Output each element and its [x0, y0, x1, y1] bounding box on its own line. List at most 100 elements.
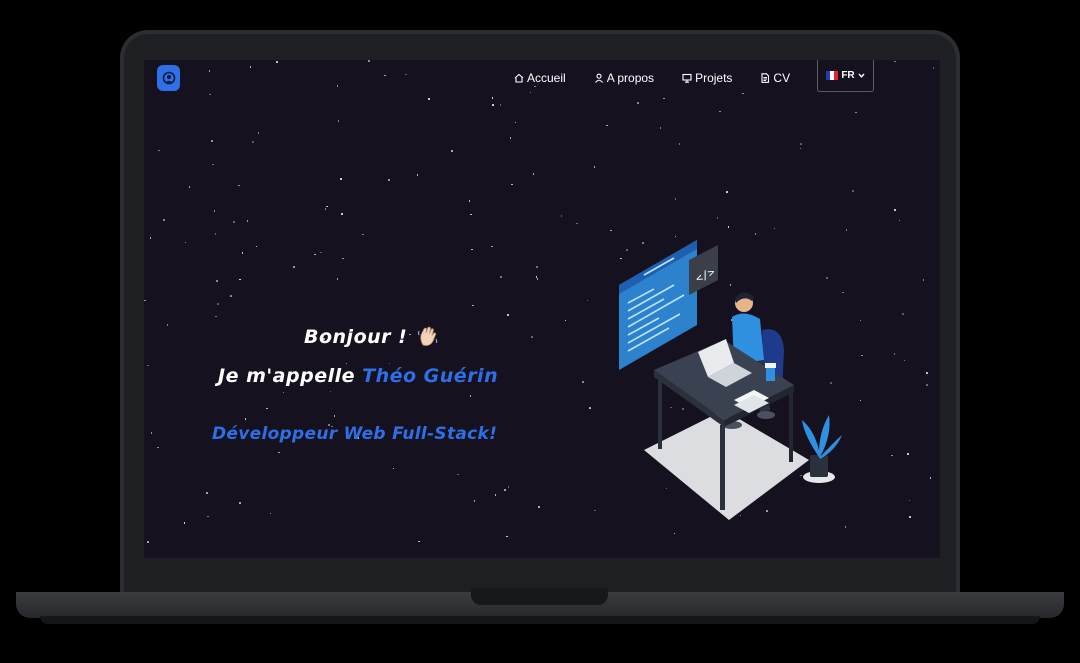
- star: [673, 532, 676, 535]
- star: [532, 173, 535, 175]
- star: [536, 266, 538, 268]
- language-selector[interactable]: FR: [817, 60, 874, 92]
- star: [392, 467, 395, 470]
- star: [184, 241, 187, 244]
- star: [859, 319, 862, 322]
- star: [589, 407, 591, 409]
- nav-item-label: A propos: [606, 71, 655, 85]
- star: [893, 209, 896, 211]
- star: [276, 61, 278, 64]
- hero-role: Développeur Web Full-Stack!: [212, 424, 498, 444]
- star: [606, 124, 609, 127]
- star: [922, 279, 925, 281]
- star: [144, 299, 146, 302]
- star: [929, 477, 932, 479]
- star: [907, 452, 909, 455]
- star: [206, 492, 208, 494]
- star: [471, 248, 473, 251]
- home-icon: [514, 73, 524, 83]
- star: [230, 295, 232, 297]
- star: [163, 219, 165, 221]
- star: [491, 245, 493, 248]
- monitor-icon: [682, 73, 692, 83]
- star: [213, 210, 216, 212]
- star: [278, 451, 280, 454]
- star: [233, 221, 235, 224]
- star: [507, 485, 510, 488]
- star: [903, 359, 906, 362]
- screen: Accueil A propos Projets CV FR Bonjour !…: [144, 60, 940, 558]
- star: [719, 110, 721, 113]
- star: [855, 111, 857, 114]
- star: [859, 399, 862, 402]
- star: [251, 140, 254, 143]
- star: [659, 126, 662, 129]
- star: [146, 364, 149, 367]
- star: [209, 93, 212, 96]
- star: [217, 303, 219, 306]
- star: [472, 304, 474, 307]
- star: [249, 66, 252, 68]
- nav-item-accueil[interactable]: Accueil: [514, 71, 566, 85]
- star: [336, 85, 339, 87]
- star: [678, 142, 681, 145]
- star: [773, 227, 776, 230]
- star: [239, 502, 241, 504]
- star: [932, 66, 935, 69]
- star: [214, 233, 217, 236]
- star: [861, 354, 863, 357]
- star: [257, 132, 260, 134]
- star: [341, 213, 343, 215]
- star: [238, 184, 240, 187]
- nav-item-projets[interactable]: Projets: [682, 71, 732, 85]
- star: [211, 140, 213, 142]
- laptop-base-lip: [40, 616, 1040, 624]
- star: [158, 149, 160, 152]
- star: [576, 222, 578, 225]
- star: [324, 208, 327, 210]
- star: [909, 516, 911, 518]
- star: [926, 372, 928, 375]
- star: [586, 299, 589, 302]
- star: [384, 74, 386, 77]
- star: [610, 229, 612, 232]
- star: [208, 70, 211, 72]
- star: [799, 147, 802, 150]
- chevron-down-icon: [858, 73, 865, 78]
- star: [491, 97, 494, 99]
- star: [216, 280, 218, 282]
- star: [149, 237, 152, 239]
- main-navigation: Accueil A propos Projets CV: [514, 70, 818, 86]
- star: [293, 266, 296, 268]
- laptop-notch: [471, 588, 608, 605]
- star: [893, 353, 896, 355]
- star: [451, 150, 453, 153]
- star: [845, 229, 848, 232]
- star: [800, 142, 802, 145]
- brand-logo-icon[interactable]: [157, 65, 180, 91]
- star: [500, 276, 502, 278]
- star: [212, 163, 214, 166]
- star: [188, 186, 191, 188]
- star: [504, 489, 507, 491]
- star: [852, 190, 854, 192]
- developer-name: Théo Guérin: [362, 365, 499, 387]
- star: [157, 446, 159, 449]
- star: [342, 257, 344, 260]
- star: [244, 418, 247, 420]
- waving-hand-icon: [418, 326, 438, 346]
- nav-item-label: CV: [773, 71, 791, 85]
- star: [663, 97, 665, 100]
- nav-item-a-propos[interactable]: A propos: [594, 71, 654, 85]
- star: [146, 541, 149, 543]
- star: [239, 278, 241, 281]
- star: [594, 509, 596, 512]
- star: [417, 540, 420, 543]
- star: [469, 213, 472, 216]
- star: [531, 335, 534, 338]
- hero-introduction: Je m'appelle Théo Guérin: [218, 365, 498, 387]
- nav-item-cv[interactable]: CV: [760, 71, 790, 85]
- nav-item-label: Accueil: [527, 71, 566, 85]
- star: [898, 219, 901, 222]
- star: [320, 251, 322, 254]
